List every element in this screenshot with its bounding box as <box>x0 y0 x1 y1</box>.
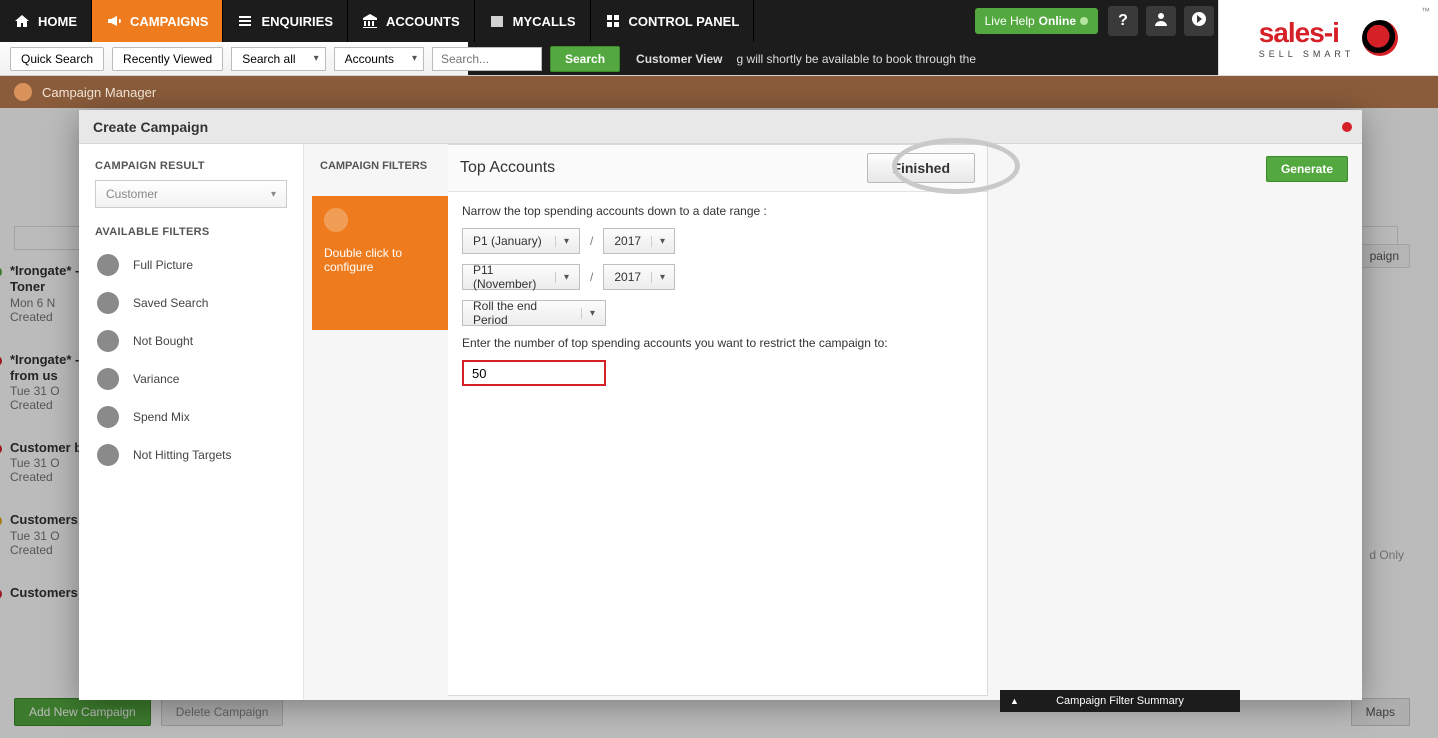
modal-titlebar: Create Campaign <box>79 110 1362 144</box>
list-icon <box>237 13 253 29</box>
generate-button[interactable]: Generate <box>1266 156 1348 182</box>
detail-line2: Enter the number of top spending account… <box>462 336 973 350</box>
next-button[interactable] <box>1184 6 1214 36</box>
home-icon <box>14 13 30 29</box>
nav-enquiries[interactable]: ENQUIRIES <box>223 0 348 42</box>
filter-variance[interactable]: Variance <box>95 360 287 398</box>
filter-label: Not Hitting Targets <box>133 448 232 462</box>
ticker-text: g will shortly be available to book thro… <box>737 52 976 66</box>
nav-home[interactable]: HOME <box>0 0 92 42</box>
filter-label: Saved Search <box>133 296 208 310</box>
logo-eye-icon <box>1362 20 1398 56</box>
live-help-label: Live Help <box>985 14 1035 28</box>
finished-button[interactable]: Finished <box>867 153 975 183</box>
period-from-select[interactable]: P1 (January) <box>462 228 580 254</box>
modal-left-panel: CAMPAIGN RESULT Customer AVAILABLE FILTE… <box>79 144 304 700</box>
period-to-select[interactable]: P11 (November) <box>462 264 580 290</box>
year-from-select[interactable]: 2017 <box>603 228 675 254</box>
grid-icon <box>605 13 621 29</box>
filter-label: Variance <box>133 372 179 386</box>
create-campaign-modal: Create Campaign CAMPAIGN RESULT Customer… <box>79 110 1362 700</box>
nav-campaigns-label: CAMPAIGNS <box>130 14 208 29</box>
profile-button[interactable] <box>1146 6 1176 36</box>
filter-label: Not Bought <box>133 334 193 348</box>
campaign-filters-heading: CAMPAIGN FILTERS <box>304 160 448 188</box>
nav-accounts-label: ACCOUNTS <box>386 14 460 29</box>
roll-select[interactable]: Roll the end Period <box>462 300 606 326</box>
filter-detail-panel: Top Accounts Finished Narrow the top spe… <box>448 144 988 696</box>
nav-control-panel-label: CONTROL PANEL <box>629 14 740 29</box>
nav-mycalls-label: MYCALLS <box>513 14 576 29</box>
campaign-icon <box>14 83 32 101</box>
customer-view-label: Customer View <box>636 52 722 66</box>
filter-icon <box>97 406 119 428</box>
filter-not-bought[interactable]: Not Bought <box>95 322 287 360</box>
filter-label: Spend Mix <box>133 410 190 424</box>
recently-viewed-button[interactable]: Recently Viewed <box>112 47 223 71</box>
nav-home-label: HOME <box>38 14 77 29</box>
filter-icon <box>97 444 119 466</box>
search-bar: Quick Search Recently Viewed Search all … <box>0 42 1218 76</box>
campaign-filter-summary-tab[interactable]: Campaign Filter Summary <box>1000 690 1240 712</box>
logo-text: sales-i <box>1259 17 1355 49</box>
search-input[interactable] <box>432 47 542 71</box>
tile-text: Double click to configure <box>324 246 402 274</box>
summary-tab-label: Campaign Filter Summary <box>1056 695 1184 707</box>
filter-icon <box>97 330 119 352</box>
filter-label: Full Picture <box>133 258 193 272</box>
modal-right-panel: Generate Top Accounts Finished Narrow th… <box>448 144 1362 700</box>
logo-subtext: SELL SMART <box>1259 49 1355 59</box>
search-entity-select[interactable]: Accounts <box>334 47 424 71</box>
nav-enquiries-label: ENQUIRIES <box>261 14 333 29</box>
search-button[interactable]: Search <box>550 46 620 72</box>
filter-icon <box>97 254 119 276</box>
detail-title: Top Accounts <box>460 159 555 177</box>
brand-logo: sales-i SELL SMART ™ <box>1218 0 1438 76</box>
search-scope-select[interactable]: Search all <box>231 47 325 71</box>
restrict-count-input[interactable] <box>462 360 606 386</box>
bank-icon <box>362 13 378 29</box>
ribbon-icon <box>324 208 348 232</box>
status-dot-icon <box>1080 17 1088 25</box>
nav-accounts[interactable]: ACCOUNTS <box>348 0 475 42</box>
page-title: Campaign Manager <box>42 85 156 100</box>
calendar-icon <box>489 13 505 29</box>
filter-saved-search[interactable]: Saved Search <box>95 284 287 322</box>
active-filter-tile[interactable]: Double click to configure <box>312 196 452 330</box>
nav-mycalls[interactable]: MYCALLS <box>475 0 591 42</box>
modal-mid-panel: CAMPAIGN FILTERS Double click to configu… <box>304 144 448 700</box>
available-filters-heading: AVAILABLE FILTERS <box>95 226 287 238</box>
megaphone-icon <box>106 13 122 29</box>
filter-spend-mix[interactable]: Spend Mix <box>95 398 287 436</box>
help-button[interactable]: ? <box>1108 6 1138 36</box>
question-icon: ? <box>1118 12 1128 30</box>
user-icon <box>1153 11 1169 32</box>
filter-not-hitting-targets[interactable]: Not Hitting Targets <box>95 436 287 474</box>
arrow-right-icon <box>1191 11 1207 32</box>
live-help-status: Online <box>1039 14 1076 28</box>
quick-search-button[interactable]: Quick Search <box>10 47 104 71</box>
nav-control-panel[interactable]: CONTROL PANEL <box>591 0 755 42</box>
nav-campaigns[interactable]: CAMPAIGNS <box>92 0 223 42</box>
filter-icon <box>97 368 119 390</box>
page-subheader: Campaign Manager <box>0 76 1438 108</box>
close-icon[interactable] <box>1342 122 1352 132</box>
modal-title: Create Campaign <box>93 119 208 135</box>
campaign-result-select[interactable]: Customer <box>95 180 287 208</box>
filter-full-picture[interactable]: Full Picture <box>95 246 287 284</box>
campaign-result-heading: CAMPAIGN RESULT <box>95 160 287 172</box>
live-help-button[interactable]: Live Help Online <box>975 8 1098 34</box>
year-to-select[interactable]: 2017 <box>603 264 675 290</box>
filter-icon <box>97 292 119 314</box>
detail-line1: Narrow the top spending accounts down to… <box>462 204 973 218</box>
